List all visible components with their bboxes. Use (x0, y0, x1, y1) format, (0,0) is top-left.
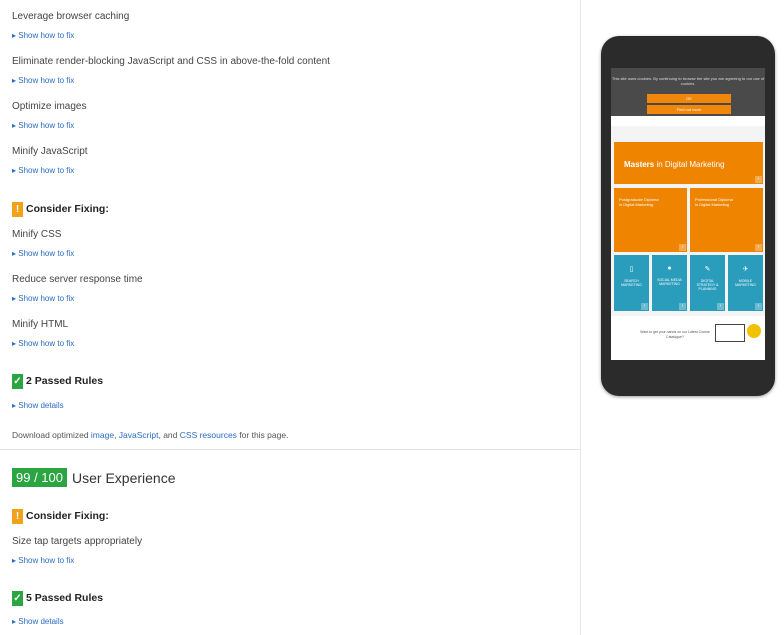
course-tile: ▯ SEARCH MARKETING › (614, 255, 649, 311)
rule-title: Leverage browser caching (12, 11, 130, 22)
arrow-icon: › (717, 303, 724, 310)
show-how-to-fix-link[interactable]: ▸ Show how to fix (12, 339, 74, 348)
course-tile: ✈ MOBILE MARKETING › (728, 255, 763, 311)
show-details-link[interactable]: ▸ Show details (12, 401, 64, 410)
arrow-icon: › (679, 244, 686, 251)
cookie-more-button: Find out more (647, 105, 731, 114)
arrow-icon: › (755, 303, 762, 310)
user-experience-score: 99 / 100 User Experience (12, 468, 176, 487)
bird-icon: ✈ (742, 266, 749, 273)
score-badge: 99 / 100 (12, 468, 67, 487)
professional-tile: Professional Diploma in Digital Marketin… (690, 188, 763, 252)
download-image-link[interactable]: image (91, 430, 114, 440)
rule-title: Optimize images (12, 101, 87, 112)
mobile-screenshot: This site uses cookies. By continuing to… (611, 68, 765, 360)
site-header (611, 116, 765, 126)
postgraduate-tile: Postgraduate Diploma in Digital Marketin… (614, 188, 687, 252)
passed-rules-heading: ✓ 5 Passed Rules (12, 590, 103, 606)
rule-title: Eliminate render-blocking JavaScript and… (12, 56, 330, 67)
pin-icon: ✎ (704, 266, 711, 273)
masters-tile: Masters in Digital Marketing › (614, 142, 763, 184)
show-how-to-fix-link[interactable]: ▸ Show how to fix (12, 556, 74, 565)
warning-icon: ! (12, 201, 23, 217)
show-details-link[interactable]: ▸ Show details (12, 617, 64, 626)
column-divider (580, 0, 581, 635)
warning-icon: ! (12, 508, 23, 524)
passed-rules-label: 2 Passed Rules (26, 375, 104, 387)
show-how-to-fix-link[interactable]: ▸ Show how to fix (12, 166, 74, 175)
arrow-icon: › (679, 303, 686, 310)
catalogue-thumbnail (715, 324, 745, 342)
catalogue-prompt: Want to get your hands on our Latest Cou… (611, 316, 765, 360)
download-optimized-resources: Download optimized image, JavaScript, an… (12, 430, 289, 440)
arrow-icon: › (755, 176, 762, 183)
mobile-preview-phone: This site uses cookies. By continuing to… (601, 36, 775, 396)
passed-rules-label: 5 Passed Rules (26, 592, 104, 604)
course-tile: ● SOCIAL MEDIA MARKETING › (652, 255, 687, 311)
check-icon: ✓ (12, 590, 23, 606)
people-icon: ● (667, 265, 672, 272)
download-css-link[interactable]: CSS resources (180, 430, 237, 440)
rule-title: Minify HTML (12, 319, 69, 330)
show-how-to-fix-link[interactable]: ▸ Show how to fix (12, 294, 74, 303)
arrow-icon: › (755, 244, 762, 251)
show-how-to-fix-link[interactable]: ▸ Show how to fix (12, 76, 74, 85)
passed-rules-heading: ✓ 2 Passed Rules (12, 373, 103, 389)
show-how-to-fix-link[interactable]: ▸ Show how to fix (12, 249, 74, 258)
show-how-to-fix-link[interactable]: ▸ Show how to fix (12, 31, 74, 40)
rule-title: Reduce server response time (12, 274, 143, 285)
download-badge-icon (747, 324, 761, 338)
arrow-icon: › (641, 303, 648, 310)
rule-title: Size tap targets appropriately (12, 536, 143, 547)
cookie-ok-button: OK (647, 94, 731, 103)
course-tile: ✎ DIGITAL STRATEGY & PLANNING › (690, 255, 725, 311)
consider-fixing-heading: ! Consider Fixing: (12, 508, 109, 524)
show-how-to-fix-link[interactable]: ▸ Show how to fix (12, 121, 74, 130)
pagespeed-results-panel: Leverage browser caching ▸ Show how to f… (0, 0, 580, 635)
section-divider (0, 449, 580, 450)
consider-fixing-label: Consider Fixing: (26, 203, 109, 215)
download-javascript-link[interactable]: JavaScript (119, 430, 159, 440)
check-icon: ✓ (12, 373, 23, 389)
consider-fixing-heading: ! Consider Fixing: (12, 201, 109, 217)
cookie-banner: This site uses cookies. By continuing to… (611, 68, 765, 116)
rule-title: Minify CSS (12, 229, 62, 240)
section-title: User Experience (72, 469, 176, 486)
mobile-icon: ▯ (629, 266, 634, 273)
consider-fixing-label: Consider Fixing: (26, 510, 109, 522)
rule-title: Minify JavaScript (12, 146, 88, 157)
